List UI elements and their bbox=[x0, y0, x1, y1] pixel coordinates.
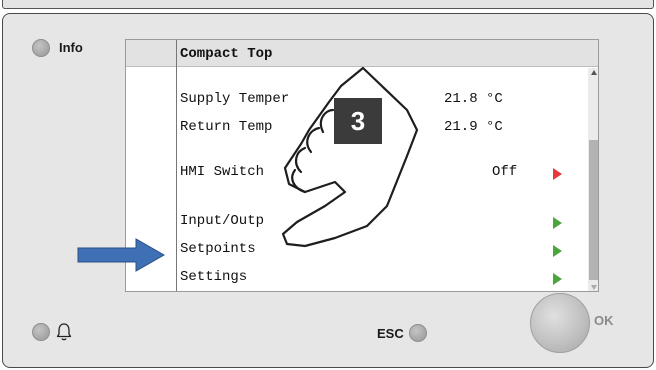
menu-row-label: Setpoints bbox=[180, 241, 256, 257]
pointing-hand-icon bbox=[281, 66, 419, 248]
play-arrow-green-icon bbox=[553, 217, 562, 229]
step-number-badge: 3 bbox=[334, 98, 382, 144]
scrollbar-thumb[interactable] bbox=[589, 140, 598, 280]
menu-row-label: Settings bbox=[180, 269, 248, 285]
menu-row-label: Return Temp bbox=[180, 119, 273, 135]
menu-row-label: Supply Temper bbox=[180, 91, 290, 107]
ok-label: OK bbox=[594, 313, 614, 328]
play-arrow-red-icon bbox=[553, 168, 562, 180]
info-label: Info bbox=[59, 40, 83, 55]
info-led bbox=[32, 39, 50, 57]
alarm-led bbox=[32, 323, 50, 341]
scroll-down-icon[interactable] bbox=[591, 284, 597, 290]
bell-icon bbox=[56, 323, 72, 341]
scrollbar[interactable] bbox=[588, 68, 598, 291]
screen-title: Compact Top bbox=[180, 46, 273, 62]
play-arrow-green-icon bbox=[553, 273, 562, 285]
menu-row-value: 21.8 °C bbox=[444, 91, 503, 107]
menu-row-value: 21.9 °C bbox=[444, 119, 503, 135]
menu-row-label: HMI Switch bbox=[180, 164, 265, 180]
menu-row-value: Off bbox=[492, 164, 518, 180]
esc-button[interactable] bbox=[409, 324, 427, 342]
play-arrow-green-icon bbox=[553, 245, 562, 257]
menu-row-label: Input/Outp bbox=[180, 213, 265, 229]
esc-label: ESC bbox=[377, 326, 404, 341]
top-bezel-strip bbox=[2, 0, 654, 9]
ok-knob[interactable] bbox=[530, 293, 590, 353]
menu-row-settings[interactable]: Settings bbox=[126, 269, 591, 289]
blue-arrow-icon bbox=[77, 238, 166, 272]
scroll-up-icon[interactable] bbox=[591, 70, 597, 76]
